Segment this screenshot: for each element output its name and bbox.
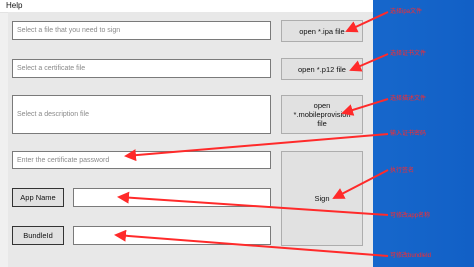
certificate-file-input[interactable]: Select a certificate file <box>12 59 271 78</box>
app-name-input[interactable] <box>73 188 271 207</box>
menu-help[interactable]: Help <box>6 0 22 12</box>
password-placeholder: Enter the certificate password <box>17 156 110 164</box>
bundle-id-input[interactable] <box>73 226 271 245</box>
sign-button[interactable]: Sign <box>281 151 363 246</box>
annotation-select-cert: 选择证书文件 <box>390 51 427 57</box>
annotation-select-ipa: 选择ipa文件 <box>390 9 423 15</box>
ipa-file-placeholder: Select a file that you need to sign <box>17 27 121 34</box>
open-ipa-button[interactable]: open *.ipa file <box>281 20 363 42</box>
app-name-button[interactable]: App Name <box>12 188 64 207</box>
annotation-edit-app-name: 可修改app名称 <box>390 213 431 219</box>
password-input[interactable]: Enter the certificate password <box>12 151 271 169</box>
annotation-select-desc: 选择描述文件 <box>390 96 427 102</box>
bundle-id-button[interactable]: BundleId <box>12 226 64 245</box>
description-file-input[interactable]: Select a description file <box>12 95 271 134</box>
certificate-file-placeholder: Select a certificate file <box>17 65 86 72</box>
annotation-enter-password: 输入证书密码 <box>390 131 427 137</box>
description-file-placeholder: Select a description file <box>17 111 89 118</box>
app-window: Help Select a file that you need to sign… <box>0 0 373 267</box>
annotation-edit-bundle-id: 可修改bundleId <box>390 253 432 259</box>
open-p12-button[interactable]: open *.p12 file <box>281 58 363 80</box>
open-mobileprovision-button[interactable]: open *.mobileprovision file <box>281 95 363 134</box>
annotation-run-sign: 执行签名 <box>390 168 415 174</box>
ipa-file-input[interactable]: Select a file that you need to sign <box>12 21 271 40</box>
